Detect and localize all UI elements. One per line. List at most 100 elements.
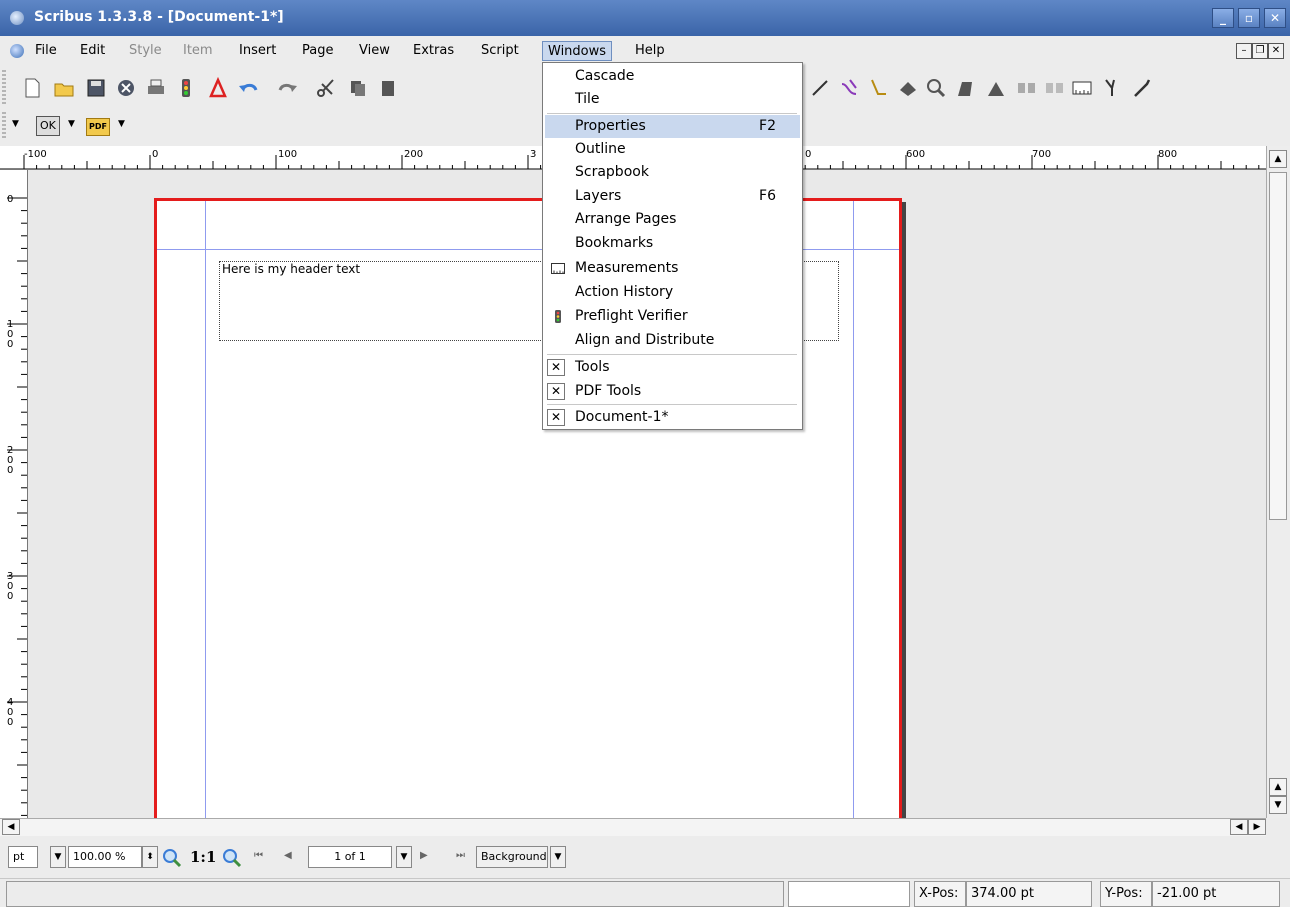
menu-item-action-history[interactable]: Action History <box>545 281 800 304</box>
vertical-scroll-thumb[interactable] <box>1269 172 1287 520</box>
minimize-button[interactable]: _ <box>1212 8 1234 28</box>
copy-properties-icon[interactable] <box>1100 76 1124 100</box>
vertical-scrollbar[interactable]: ▲ ▲ ▼ <box>1266 146 1290 818</box>
ruler-label: 0 <box>152 149 159 160</box>
previous-page-icon[interactable]: ◀ <box>284 850 292 861</box>
menu-item-layers[interactable]: Layers F6 <box>545 185 800 208</box>
menu-item-bookmarks[interactable]: Bookmarks <box>545 232 800 255</box>
checked-icon: ✕ <box>547 359 565 376</box>
menu-edit[interactable]: Edit <box>75 41 110 61</box>
close-document-icon[interactable] <box>114 76 138 100</box>
dropdown-arrow-icon[interactable]: ▼ <box>68 119 75 129</box>
menu-item-measurements[interactable]: Measurements <box>545 257 800 280</box>
ruler-label: 600 <box>906 149 926 160</box>
vertical-ruler[interactable]: 0 1 0 0 2 0 0 3 0 0 4 0 0 <box>0 170 28 818</box>
line-tool-icon[interactable] <box>808 76 832 100</box>
eyedropper-icon[interactable] <box>1130 76 1154 100</box>
menu-view[interactable]: View <box>354 41 395 61</box>
copy-icon[interactable] <box>346 76 370 100</box>
menu-item-cascade[interactable]: Cascade <box>545 65 800 88</box>
bezier-tool-icon[interactable] <box>838 76 862 100</box>
dropdown-arrow-icon[interactable]: ▼ <box>118 119 125 129</box>
scroll-down-icon[interactable]: ▼ <box>1269 796 1287 814</box>
zoom-out-icon[interactable] <box>162 848 182 868</box>
zoom-stepper-icon[interactable]: ⬍ <box>142 846 158 868</box>
menu-item-tile[interactable]: Tile <box>545 88 800 111</box>
pdf-checkbox-button[interactable]: OK <box>36 116 60 136</box>
menu-script[interactable]: Script <box>476 41 524 61</box>
toolbar-grip[interactable] <box>2 70 6 104</box>
scroll-right-icon[interactable]: ▶ <box>1248 819 1266 835</box>
unit-select[interactable]: pt <box>8 846 38 868</box>
pdf-field-button[interactable]: PDF <box>86 118 110 136</box>
menu-item-pdf-tools[interactable]: ✕ PDF Tools <box>545 380 800 403</box>
menu-item-scrapbook[interactable]: Scrapbook <box>545 161 800 184</box>
maximize-button[interactable]: ▫ <box>1238 8 1260 28</box>
menu-item[interactable]: Item <box>178 41 218 61</box>
menu-extras[interactable]: Extras <box>408 41 459 61</box>
paste-icon[interactable] <box>376 76 400 100</box>
menu-item-tools[interactable]: ✕ Tools <box>545 356 800 379</box>
measurements-icon[interactable] <box>1070 76 1094 100</box>
edit-text-icon[interactable] <box>984 76 1008 100</box>
menu-item-shortcut: F2 <box>759 118 776 134</box>
zoom-in-icon[interactable] <box>222 848 242 868</box>
ruler-label: -100 <box>24 149 47 160</box>
redo-icon[interactable] <box>276 76 300 100</box>
preflight-icon[interactable] <box>174 76 198 100</box>
menu-file[interactable]: File <box>30 41 62 61</box>
menu-item-preflight-verifier[interactable]: Preflight Verifier <box>545 305 800 328</box>
mdi-minimize-button[interactable]: – <box>1236 43 1252 59</box>
undo-icon[interactable] <box>236 76 260 100</box>
menu-help[interactable]: Help <box>630 41 670 61</box>
menu-page[interactable]: Page <box>297 41 338 61</box>
freehand-tool-icon[interactable] <box>866 76 890 100</box>
new-document-icon[interactable] <box>20 76 44 100</box>
menu-item-document-1[interactable]: ✕ Document-1* <box>545 406 800 429</box>
menu-item-outline[interactable]: Outline <box>545 138 800 161</box>
menu-item-properties[interactable]: Properties F2 <box>545 115 800 138</box>
scroll-left-icon[interactable]: ◀ <box>1230 819 1248 835</box>
rotate-tool-icon[interactable] <box>896 76 920 100</box>
close-button[interactable]: ✕ <box>1264 8 1286 28</box>
ruler-label: 800 <box>1158 149 1178 160</box>
scroll-up-icon[interactable]: ▲ <box>1269 778 1287 796</box>
menu-separator <box>547 113 797 114</box>
page-selector[interactable]: 1 of 1 <box>308 846 392 868</box>
menu-insert[interactable]: Insert <box>234 41 281 61</box>
toolbar2-grip[interactable] <box>2 112 6 140</box>
horizontal-scrollbar[interactable]: ◀ ◀ ▶ <box>0 818 1266 836</box>
menu-item-label: Tools <box>575 359 610 375</box>
menu-windows[interactable]: Windows <box>542 41 613 61</box>
status-bar: X-Pos: 374.00 pt Y-Pos: -21.00 pt <box>0 878 1290 907</box>
mdi-close-button[interactable]: ✕ <box>1268 43 1284 59</box>
menu-item-label: Outline <box>575 141 626 157</box>
link-frames-icon[interactable] <box>1014 76 1038 100</box>
vruler-ticks <box>7 197 27 816</box>
unit-dropdown-icon[interactable]: ▼ <box>50 846 66 868</box>
first-page-icon[interactable]: ⏮ <box>254 850 263 861</box>
menu-item-align-distribute[interactable]: Align and Distribute <box>545 329 800 352</box>
export-pdf-icon[interactable] <box>206 76 230 100</box>
scroll-left-icon[interactable]: ◀ <box>2 819 20 835</box>
dropdown-arrow-icon[interactable]: ▼ <box>12 119 19 129</box>
zoom-one-to-one-button[interactable]: 1:1 <box>190 848 216 866</box>
open-folder-icon[interactable] <box>52 76 76 100</box>
menu-item-arrange-pages[interactable]: Arrange Pages <box>545 208 800 231</box>
menu-style[interactable]: Style <box>124 41 167 61</box>
scroll-up-icon[interactable]: ▲ <box>1269 150 1287 168</box>
layer-dropdown-icon[interactable]: ▼ <box>550 846 566 868</box>
layer-select[interactable]: Background <box>476 846 548 868</box>
cut-icon[interactable] <box>314 76 338 100</box>
mdi-restore-button[interactable]: ❐ <box>1252 43 1268 59</box>
page-dropdown-icon[interactable]: ▼ <box>396 846 412 868</box>
last-page-icon[interactable]: ⏭ <box>456 850 465 861</box>
zoom-tool-icon[interactable] <box>924 76 948 100</box>
save-icon[interactable] <box>84 76 108 100</box>
edit-contents-icon[interactable] <box>954 76 978 100</box>
print-icon[interactable] <box>144 76 168 100</box>
zoom-input[interactable]: 100.00 % <box>68 846 142 868</box>
unlink-frames-icon[interactable] <box>1042 76 1066 100</box>
pdf-toolbar: ▼ OK ▼ PDF ▼ <box>0 110 600 144</box>
next-page-icon[interactable]: ▶ <box>420 850 428 861</box>
